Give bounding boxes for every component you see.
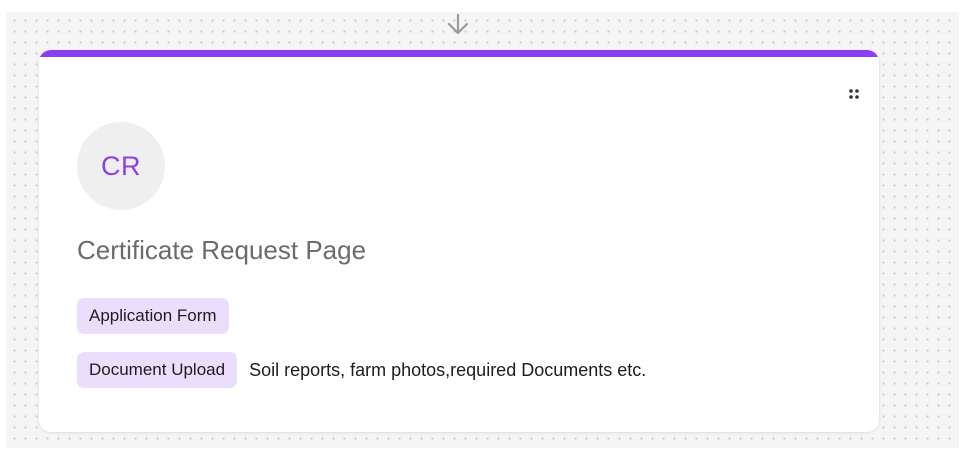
avatar-initials: CR bbox=[101, 150, 141, 181]
tag-application-form[interactable]: Application Form bbox=[77, 298, 229, 334]
item-description: Soil reports, farm photos,required Docum… bbox=[249, 359, 647, 380]
drag-handle-icon[interactable] bbox=[847, 87, 861, 101]
arrow-down-icon bbox=[447, 14, 469, 35]
list-item: Document Upload Soil reports, farm photo… bbox=[77, 352, 646, 388]
card-accent-bar bbox=[39, 50, 879, 57]
avatar: CR bbox=[77, 122, 165, 210]
tag-document-upload[interactable]: Document Upload bbox=[77, 352, 238, 388]
list-item: Application Form bbox=[77, 298, 229, 334]
flow-canvas[interactable]: CR Certificate Request Page Application … bbox=[6, 12, 959, 448]
page-node-card[interactable]: CR Certificate Request Page Application … bbox=[39, 50, 879, 432]
page-title: Certificate Request Page bbox=[77, 235, 367, 265]
